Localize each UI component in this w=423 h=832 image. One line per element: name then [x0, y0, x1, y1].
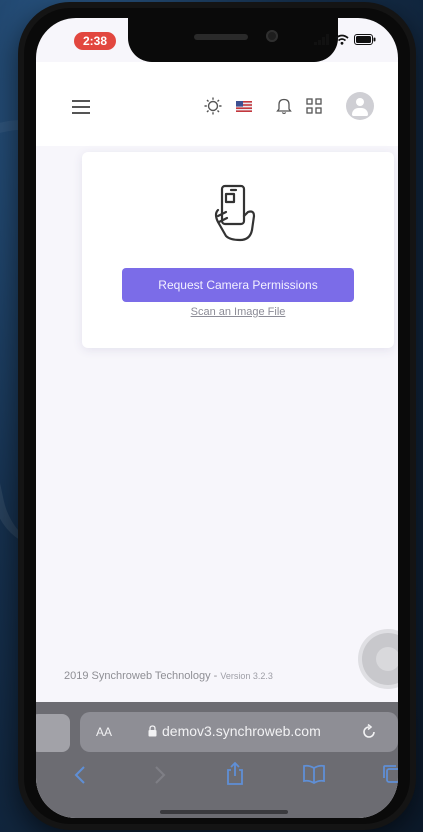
header-actions — [204, 92, 374, 120]
wifi-icon — [335, 34, 349, 45]
bookmarks-icon[interactable] — [302, 764, 326, 784]
forward-icon[interactable] — [154, 766, 166, 784]
avatar-icon[interactable] — [346, 92, 374, 120]
address-bar[interactable]: AA demov3.synchroweb.com — [80, 712, 398, 752]
footer-copyright: 2019 Synchroweb Technology - Version 3.2… — [64, 670, 273, 682]
request-camera-permissions-button[interactable]: Request Camera Permissions — [122, 268, 354, 302]
scan-image-file-link[interactable]: Scan an Image File — [82, 306, 394, 318]
status-bar: 2:38 — [36, 18, 398, 62]
scan-card: Request Camera Permissions Scan an Image… — [82, 152, 394, 348]
grid-apps-icon[interactable] — [306, 98, 322, 114]
back-icon[interactable] — [74, 766, 86, 784]
bell-icon[interactable] — [276, 97, 292, 115]
browser-nav-row — [36, 762, 398, 796]
previous-tab-preview[interactable] — [36, 714, 70, 752]
footer-version: Version 3.2.3 — [220, 671, 273, 681]
app-header — [36, 62, 398, 146]
hamburger-menu-icon[interactable] — [72, 100, 90, 114]
tabs-icon[interactable] — [382, 764, 398, 784]
status-icons — [314, 34, 376, 45]
safari-toolbar: AA demov3.synchroweb.com — [36, 702, 398, 818]
battery-icon — [354, 34, 376, 45]
lock-icon — [148, 725, 157, 737]
phone-in-hand-icon — [214, 184, 256, 242]
signal-icon — [314, 34, 329, 45]
brightness-icon[interactable] — [204, 97, 222, 115]
reload-icon[interactable] — [362, 724, 376, 739]
us-flag-icon[interactable] — [236, 100, 252, 112]
home-indicator[interactable] — [160, 810, 288, 814]
status-time[interactable]: 2:38 — [74, 32, 117, 50]
phone-frame: 2:38 Request Camera Permissions Scan an … — [18, 2, 416, 830]
footer-copyright-text: 2019 Synchroweb Technology - — [64, 670, 221, 682]
url-text: demov3.synchroweb.com — [162, 723, 321, 739]
share-icon[interactable] — [226, 762, 244, 786]
floating-assistive-button[interactable] — [362, 633, 398, 685]
phone-screen: 2:38 Request Camera Permissions Scan an … — [36, 18, 398, 818]
text-size-button[interactable]: AA — [96, 725, 112, 739]
